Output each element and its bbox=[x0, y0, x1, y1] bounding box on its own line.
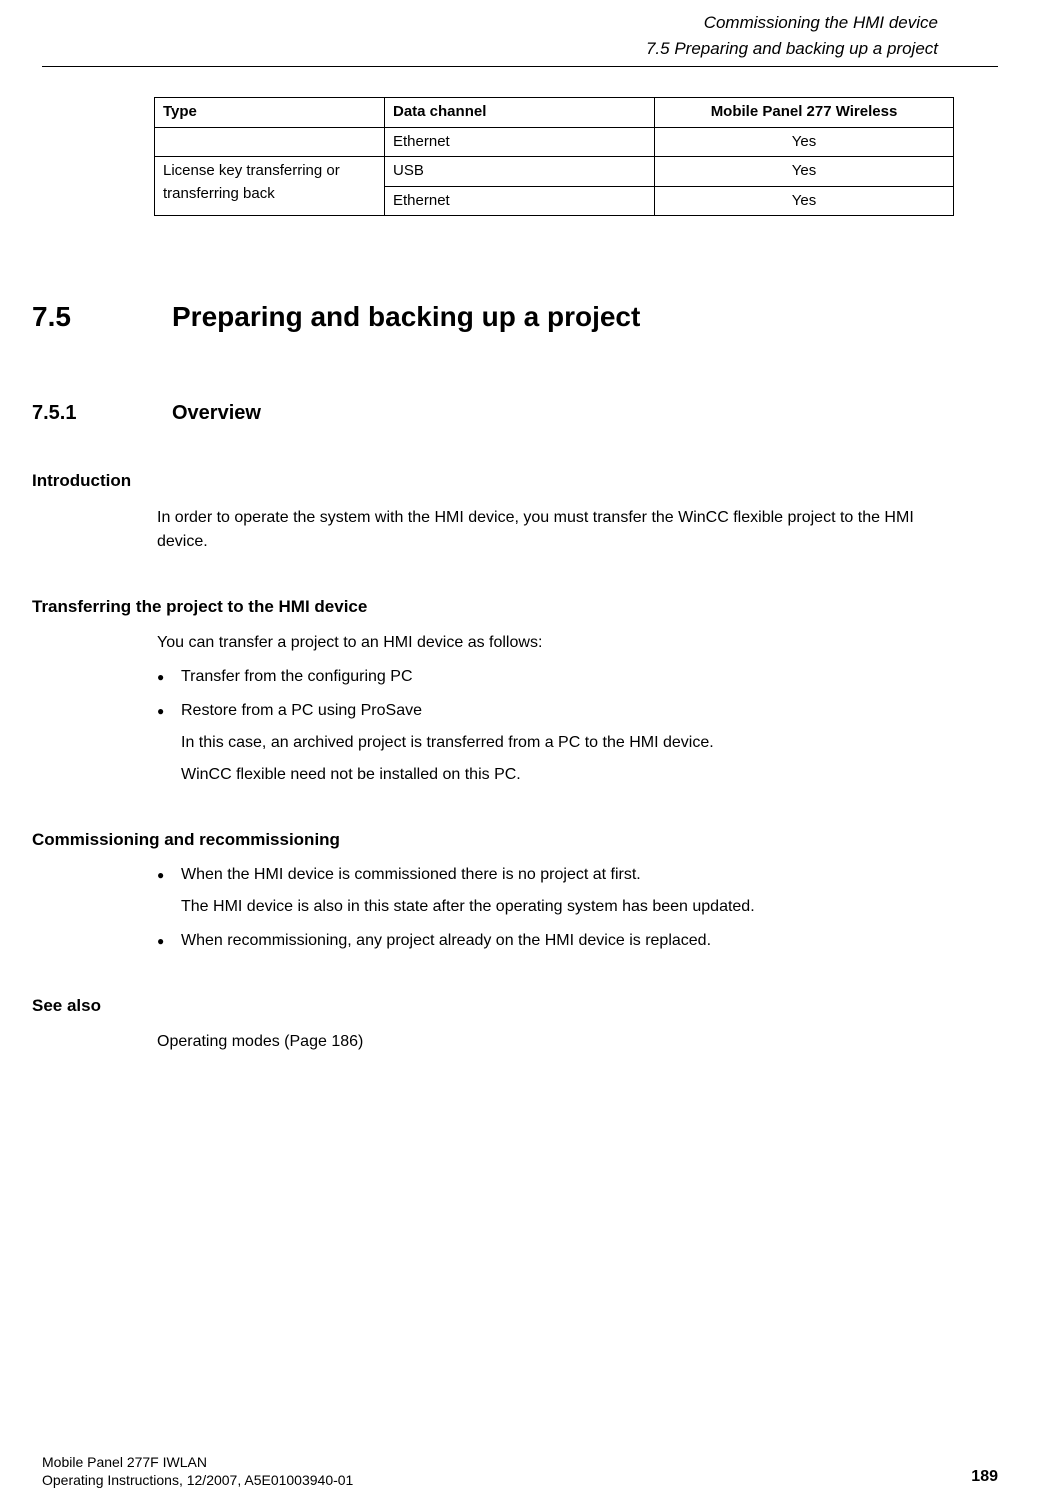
seealso-text: Operating modes (Page 186) bbox=[157, 1030, 980, 1054]
list-item: When recommissioning, any project alread… bbox=[157, 929, 980, 953]
section-number: 7.5 bbox=[32, 296, 172, 338]
table-row: License key transferring or transferring… bbox=[155, 157, 954, 187]
footer-line1: Mobile Panel 277F IWLAN bbox=[42, 1453, 353, 1471]
data-channel-table: Type Data channel Mobile Panel 277 Wirel… bbox=[154, 97, 954, 216]
th-channel: Data channel bbox=[385, 98, 655, 128]
transfer-lead: You can transfer a project to an HMI dev… bbox=[157, 631, 980, 655]
transfer-heading: Transferring the project to the HMI devi… bbox=[32, 594, 980, 620]
list-item: Transfer from the configuring PC bbox=[157, 665, 980, 689]
table-header-row: Type Data channel Mobile Panel 277 Wirel… bbox=[155, 98, 954, 128]
cell-value: Yes bbox=[655, 186, 954, 216]
bullet-text: When the HMI device is commissioned ther… bbox=[181, 866, 641, 883]
seealso-heading: See also bbox=[32, 993, 980, 1019]
list-item: When the HMI device is commissioned ther… bbox=[157, 863, 980, 919]
header-chapter: Commissioning the HMI device bbox=[102, 10, 938, 36]
cell-channel: USB bbox=[385, 157, 655, 187]
intro-heading: Introduction bbox=[32, 468, 980, 494]
cell-value: Yes bbox=[655, 127, 954, 157]
list-item: Restore from a PC using ProSave In this … bbox=[157, 699, 980, 787]
subsection-title: Overview bbox=[172, 398, 261, 428]
table-row: Ethernet Yes bbox=[155, 127, 954, 157]
header-section: 7.5 Preparing and backing up a project bbox=[102, 36, 938, 62]
section-heading: 7.5 Preparing and backing up a project bbox=[32, 296, 980, 338]
section-title: Preparing and backing up a project bbox=[172, 296, 640, 338]
th-device: Mobile Panel 277 Wireless bbox=[655, 98, 954, 128]
cell-channel: Ethernet bbox=[385, 127, 655, 157]
transfer-list: Transfer from the configuring PC Restore… bbox=[157, 665, 980, 787]
commissioning-heading: Commissioning and recommissioning bbox=[32, 827, 980, 853]
footer-line2: Operating Instructions, 12/2007, A5E0100… bbox=[42, 1471, 353, 1489]
bullet-text: When recommissioning, any project alread… bbox=[181, 932, 711, 949]
page-header: Commissioning the HMI device 7.5 Prepari… bbox=[42, 0, 998, 67]
th-type: Type bbox=[155, 98, 385, 128]
bullet-text: Transfer from the configuring PC bbox=[181, 668, 413, 685]
intro-text: In order to operate the system with the … bbox=[157, 506, 980, 554]
cell-type: License key transferring or transferring… bbox=[155, 157, 385, 216]
content-area: Type Data channel Mobile Panel 277 Wirel… bbox=[0, 67, 1040, 1054]
page-number: 189 bbox=[971, 1465, 998, 1489]
bullet-subtext: In this case, an archived project is tra… bbox=[181, 731, 980, 755]
bullet-text: Restore from a PC using ProSave bbox=[181, 702, 422, 719]
commissioning-list: When the HMI device is commissioned ther… bbox=[157, 863, 980, 953]
cell-channel: Ethernet bbox=[385, 186, 655, 216]
subsection-heading: 7.5.1 Overview bbox=[32, 398, 980, 428]
page-footer: Mobile Panel 277F IWLAN Operating Instru… bbox=[42, 1453, 998, 1489]
bullet-subtext: The HMI device is also in this state aft… bbox=[181, 895, 980, 919]
cell-value: Yes bbox=[655, 157, 954, 187]
bullet-subtext: WinCC flexible need not be installed on … bbox=[181, 763, 980, 787]
cell-type bbox=[155, 127, 385, 157]
footer-doc-info: Mobile Panel 277F IWLAN Operating Instru… bbox=[42, 1453, 353, 1489]
subsection-number: 7.5.1 bbox=[32, 398, 172, 428]
